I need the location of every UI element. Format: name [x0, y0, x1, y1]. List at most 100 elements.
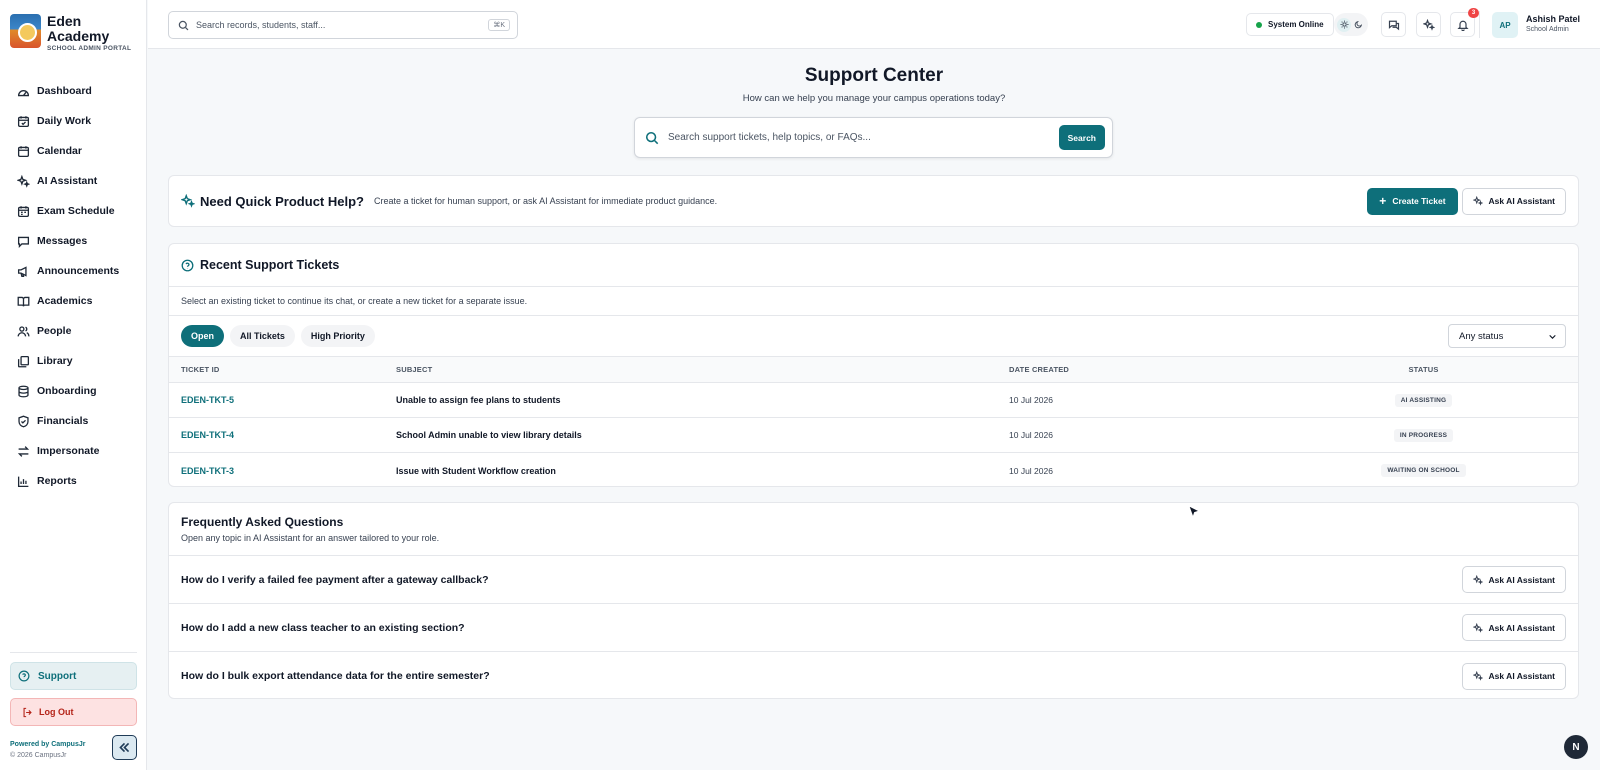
faq-question: How do I verify a failed fee payment aft… — [181, 573, 489, 586]
avatar[interactable]: AP — [1492, 12, 1518, 38]
sidebar-item-impersonate[interactable]: Impersonate — [10, 436, 137, 466]
sidebar-item-onboarding[interactable]: Onboarding — [10, 376, 137, 406]
ticket-id-link[interactable]: EDEN-TKT-3 — [169, 466, 396, 476]
status-badge: WAITING ON SCHOOL — [1381, 464, 1466, 477]
ai-assistant-button[interactable] — [1416, 12, 1441, 37]
table-row[interactable]: EDEN-TKT-5 Unable to assign fee plans to… — [169, 383, 1578, 418]
sparkles-icon — [1422, 18, 1435, 31]
column-header-subject: SUBJECT — [396, 365, 433, 374]
message-icon — [17, 236, 30, 248]
dark-mode-option[interactable] — [1351, 18, 1365, 32]
user-name[interactable]: Ashish Patel — [1526, 14, 1580, 24]
school-logo — [10, 14, 41, 48]
sidebar-item-label: Impersonate — [37, 445, 100, 457]
swap-icon — [17, 445, 30, 457]
database-icon — [18, 385, 29, 397]
global-search-input[interactable]: Search records, students, staff... ⌘K — [168, 11, 518, 39]
sparkles-icon — [1472, 622, 1483, 633]
calendar-check-icon — [17, 115, 30, 127]
search-button[interactable]: Search — [1058, 125, 1105, 150]
help-circle-icon — [18, 670, 30, 682]
ticket-id-link[interactable]: EDEN-TKT-4 — [169, 430, 396, 440]
sidebar-item-label: AI Assistant — [37, 175, 98, 187]
column-header-status: STATUS — [1408, 365, 1439, 374]
logout-button[interactable]: Log Out — [10, 698, 137, 726]
status-select[interactable]: Any status — [1448, 324, 1566, 348]
recent-tickets-card: Recent Support Tickets Select an existin… — [168, 243, 1579, 487]
sun-icon — [1340, 20, 1348, 29]
chat-icon — [1388, 20, 1399, 30]
shield-check-icon — [18, 415, 29, 427]
dashboard-icon — [17, 89, 30, 96]
sidebar-item-messages[interactable]: Messages — [10, 226, 137, 256]
create-ticket-button[interactable]: + Create Ticket — [1367, 187, 1458, 215]
create-ticket-label: Create Ticket — [1392, 196, 1446, 206]
powered-by: Powered by CampusJr — [10, 741, 86, 748]
faq-ask-ai-button[interactable]: Ask AI Assistant — [1461, 662, 1566, 690]
topbar: Search records, students, staff... ⌘K Sy… — [148, 0, 1600, 49]
tickets-description: Select an existing ticket to continue it… — [169, 287, 1578, 316]
table-row[interactable]: EDEN-TKT-4 School Admin unable to view l… — [169, 418, 1578, 453]
table-row[interactable]: EDEN-TKT-3 Issue with Student Workflow c… — [169, 453, 1578, 486]
collapse-sidebar-button[interactable] — [112, 735, 137, 760]
sparkles-icon — [1472, 196, 1483, 206]
support-search-input[interactable]: Search support tickets, help topics, or … — [634, 117, 1113, 158]
global-search-placeholder: Search records, students, staff... — [196, 20, 326, 30]
sidebar-item-academics[interactable]: Academics — [10, 286, 137, 316]
mouse-cursor-icon — [1188, 505, 1200, 519]
light-mode-option[interactable] — [1337, 17, 1351, 32]
sidebar-item-exam-schedule[interactable]: Exam Schedule — [10, 196, 137, 226]
sidebar-item-dashboard[interactable]: Dashboard — [10, 76, 137, 106]
sparkles-icon — [181, 194, 195, 208]
notifications-button[interactable]: 3 — [1450, 8, 1479, 37]
faq-description: Open any topic in AI Assistant for an an… — [181, 533, 440, 543]
bell-icon — [1456, 20, 1469, 31]
column-header-date: DATE CREATED — [1009, 365, 1070, 374]
sidebar-item-label: Reports — [37, 475, 77, 487]
sidebar: Eden Academy SCHOOL ADMIN PORTAL Dashboa… — [0, 0, 147, 770]
faq-ask-ai-button[interactable]: Ask AI Assistant — [1461, 566, 1566, 593]
support-search-placeholder: Search support tickets, help topics, or … — [668, 132, 871, 143]
sidebar-item-label: Library — [37, 355, 73, 367]
messages-button[interactable] — [1381, 12, 1406, 37]
sidebar-item-financials[interactable]: Financials — [10, 406, 137, 436]
filter-high-priority[interactable]: High Priority — [300, 325, 375, 347]
ticket-subject: School Admin unable to view library deta… — [396, 430, 582, 440]
status-dot — [1256, 21, 1262, 28]
brand-subtitle: SCHOOL ADMIN PORTAL — [47, 45, 132, 52]
faq-question: How do I bulk export attendance data for… — [181, 670, 490, 682]
faq-ask-ai-button[interactable]: Ask AI Assistant — [1461, 614, 1566, 641]
quick-help-title: Need Quick Product Help? — [200, 193, 364, 209]
dev-tools-badge[interactable]: N — [1564, 735, 1588, 759]
faq-item: How do I bulk export attendance data for… — [169, 652, 1578, 698]
notification-count-badge: 3 — [1468, 8, 1479, 18]
help-circle-icon — [181, 259, 194, 271]
filter-open[interactable]: Open — [181, 325, 225, 347]
brand[interactable]: Eden Academy SCHOOL ADMIN PORTAL — [10, 14, 131, 52]
ticket-id-link[interactable]: EDEN-TKT-5 — [169, 395, 396, 405]
sidebar-item-announcements[interactable]: Announcements — [10, 256, 137, 286]
sidebar-item-people[interactable]: People — [10, 316, 137, 346]
sidebar-item-reports[interactable]: Reports — [10, 466, 137, 496]
moon-icon — [1354, 20, 1362, 29]
sidebar-item-library[interactable]: Library — [10, 346, 137, 376]
sidebar-item-calendar[interactable]: Calendar — [10, 136, 137, 166]
table-header: TICKET ID SUBJECT DATE CREATED STATUS — [169, 357, 1578, 383]
bar-chart-icon — [17, 476, 29, 487]
sidebar-item-label: Dashboard — [37, 85, 92, 97]
sidebar-item-label: Messages — [37, 235, 88, 247]
filter-all-tickets[interactable]: All Tickets — [230, 325, 295, 347]
logout-icon — [23, 707, 32, 717]
sidebar-nav: Dashboard Daily Work Calendar AI Assista… — [10, 76, 137, 496]
sidebar-item-ai-assistant[interactable]: AI Assistant — [10, 166, 137, 196]
library-icon — [17, 355, 30, 367]
status-badge: AI ASSISTING — [1394, 393, 1453, 407]
system-status-text: System Online — [1268, 20, 1324, 29]
ask-ai-label: Ask AI Assistant — [1488, 196, 1555, 206]
ask-ai-assistant-button[interactable]: Ask AI Assistant — [1461, 187, 1566, 215]
sidebar-item-support[interactable]: Support — [10, 662, 137, 690]
faq-item: How do I add a new class teacher to an e… — [169, 604, 1578, 652]
sidebar-item-daily-work[interactable]: Daily Work — [10, 106, 137, 136]
theme-toggle[interactable] — [1334, 13, 1368, 36]
ticket-subject: Issue with Student Workflow creation — [396, 465, 556, 476]
